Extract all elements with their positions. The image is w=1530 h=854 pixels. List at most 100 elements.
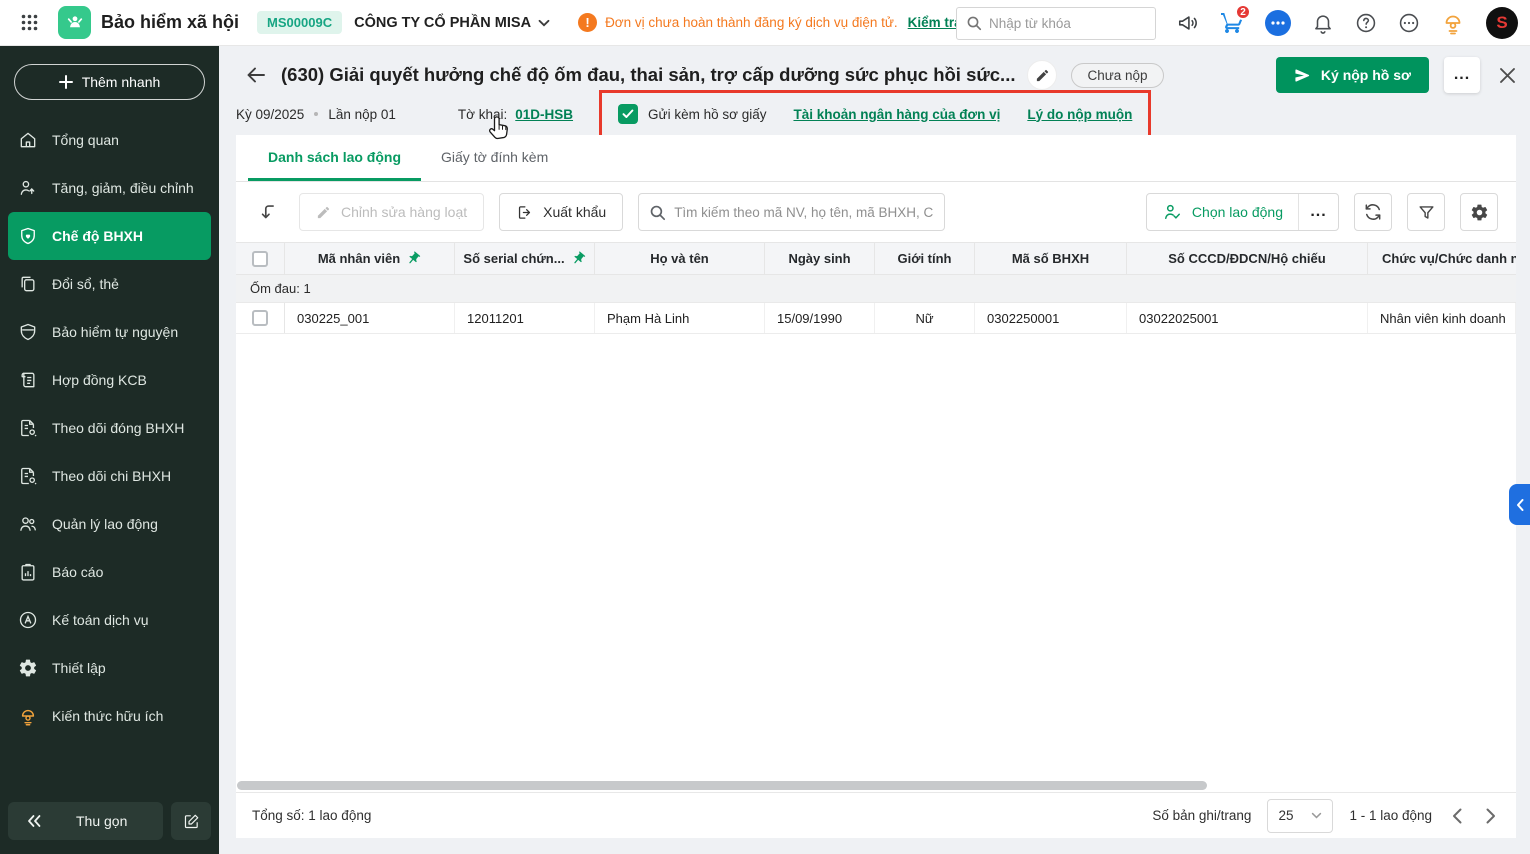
side-panel-toggle[interactable]: [1509, 484, 1530, 525]
choose-employee-more-button[interactable]: ...: [1298, 194, 1338, 230]
sidebar-item-tang-giam[interactable]: Tăng, giảm, điều chỉnh: [8, 164, 211, 212]
user-avatar[interactable]: S: [1486, 7, 1518, 39]
sidebar-item-label: Chế độ BHXH: [52, 228, 143, 244]
column-header[interactable]: Mã nhân viên: [285, 243, 455, 274]
prev-page-button[interactable]: [1448, 804, 1466, 828]
more-options-icon[interactable]: [1398, 12, 1420, 34]
sidebar-item-tong-quan[interactable]: Tổng quan: [8, 116, 211, 164]
tab-danh-sach-lao-dong[interactable]: Danh sách lao động: [248, 135, 422, 181]
paper-plane-icon: [1295, 68, 1310, 82]
sidebar-item-bao-hiem-tu-nguyen[interactable]: Bảo hiểm tự nguyện: [8, 308, 211, 356]
collapse-label: Thu gọn: [76, 813, 128, 829]
company-name: CÔNG TY CỔ PHẦN MISA: [354, 14, 532, 31]
quick-add-button[interactable]: Thêm nhanh: [14, 64, 205, 100]
sidebar-item-bao-cao[interactable]: Báo cáo: [8, 548, 211, 596]
sidebar-item-doi-so-the[interactable]: Đổi sổ, thẻ: [8, 260, 211, 308]
cell-bhxh-code: 0302250001: [975, 303, 1127, 333]
sidebar-item-che-do-bhxh[interactable]: Chế độ BHXH: [8, 212, 211, 260]
table-settings-button[interactable]: [1460, 193, 1498, 231]
next-page-button[interactable]: [1482, 804, 1500, 828]
tab-bar: Danh sách lao động Giấy tờ đính kèm: [236, 135, 1516, 182]
table-search[interactable]: [638, 193, 946, 231]
sidebar-item-label: Kiến thức hữu ích: [52, 708, 164, 724]
cell-full-name: Phạm Hà Linh: [595, 303, 765, 333]
bank-account-link[interactable]: Tài khoản ngân hàng của đơn vị: [793, 107, 1000, 122]
sidebar-item-kien-thuc-huu-ich[interactable]: Kiến thức hữu ích: [8, 692, 211, 740]
warning-text: Đơn vị chưa hoàn thành đăng ký dịch vụ đ…: [605, 15, 898, 30]
filter-button[interactable]: [1407, 193, 1445, 231]
cart-icon[interactable]: 2: [1220, 4, 1251, 35]
per-page-select[interactable]: 25: [1267, 798, 1334, 833]
checkbox-checked[interactable]: [618, 104, 639, 124]
tips-lamp-icon[interactable]: [1441, 11, 1465, 35]
global-search-input[interactable]: [989, 15, 1139, 31]
sidebar-item-hop-dong-kcb[interactable]: Hợp đồng KCB: [8, 356, 211, 404]
sign-submit-button[interactable]: Ký nộp hồ sơ: [1275, 57, 1429, 93]
gear-icon: [19, 659, 37, 677]
sidebar-item-theo-doi-dong-bhxh[interactable]: Theo dõi đóng BHXH: [8, 404, 211, 452]
shield-heart-icon: [21, 227, 35, 245]
app-grid-icon[interactable]: [16, 10, 42, 36]
column-label: Mã số BHXH: [1011, 251, 1090, 266]
sidebar-item-label: Bảo hiểm tự nguyện: [52, 324, 179, 340]
declaration-link[interactable]: 01D-HSB: [515, 107, 573, 122]
back-button[interactable]: [246, 66, 266, 84]
import-arrow-icon[interactable]: [254, 197, 284, 227]
column-label: Giới tính: [897, 251, 952, 266]
column-label: Ngày sinh: [788, 251, 851, 266]
help-icon[interactable]: [1355, 12, 1377, 34]
column-header[interactable]: Số serial chứn...: [455, 243, 595, 274]
sidebar-bottom: Thu gọn: [8, 802, 211, 840]
main-area: (630) Giải quyết hưởng chế độ ốm đau, th…: [219, 46, 1530, 854]
tab-giay-to-dinh-kem[interactable]: Giấy tờ đính kèm: [421, 135, 568, 181]
scrollbar-thumb[interactable]: [237, 781, 1207, 790]
content-card: Danh sách lao động Giấy tờ đính kèm Chỉn…: [236, 135, 1516, 838]
header-more-button[interactable]: ...: [1444, 57, 1480, 93]
cart-badge: 2: [1235, 4, 1251, 20]
cell-gender: Nữ: [875, 303, 975, 333]
column-header[interactable]: Số CCCD/ĐDCN/Hộ chiếu: [1127, 243, 1368, 274]
table-row[interactable]: 030225_001 12011201 Phạm Hà Linh 15/09/1…: [236, 303, 1516, 334]
row-checkbox[interactable]: [252, 310, 268, 326]
column-header[interactable]: Giới tính: [875, 243, 975, 274]
attach-paper-label: Gửi kèm hồ sơ giấy: [648, 106, 767, 122]
contract-icon: [21, 372, 35, 388]
export-icon: [519, 205, 531, 219]
sidebar-item-ke-toan-dich-vu[interactable]: Kế toán dịch vụ: [8, 596, 211, 644]
refresh-button[interactable]: [1354, 193, 1392, 231]
export-button[interactable]: Xuất khẩu: [499, 193, 624, 231]
collapse-sidebar-button[interactable]: Thu gọn: [8, 802, 163, 840]
gear-icon: [1471, 204, 1487, 220]
notification-bell-icon[interactable]: [1312, 12, 1334, 34]
person-adjust-icon: [20, 180, 35, 195]
sidebar-item-thiet-lap[interactable]: Thiết lập: [8, 644, 211, 692]
pencil-icon: [1036, 69, 1049, 81]
total-label: Tổng số: 1 lao động: [252, 808, 372, 823]
table-search-input[interactable]: [674, 204, 935, 220]
bulk-edit-button[interactable]: Chỉnh sửa hàng loạt: [299, 193, 485, 231]
column-header[interactable]: Chức vụ/Chức danh n...: [1368, 243, 1516, 274]
global-search[interactable]: [956, 6, 1156, 40]
people-icon: [20, 517, 36, 531]
sidebar-item-label: Theo dõi đóng BHXH: [52, 420, 185, 436]
page-header-row: (630) Giải quyết hưởng chế độ ốm đau, th…: [219, 56, 1516, 94]
chat-icon[interactable]: [1265, 10, 1291, 36]
select-all-checkbox[interactable]: [252, 250, 268, 267]
edit-menu-button[interactable]: [171, 802, 211, 840]
late-reason-link[interactable]: Lý do nộp muộn: [1027, 107, 1132, 122]
sidebar-item-theo-doi-chi-bhxh[interactable]: Theo dõi chi BHXH: [8, 452, 211, 500]
column-header[interactable]: Ngày sinh: [765, 243, 875, 274]
column-header[interactable]: Họ và tên: [595, 243, 765, 274]
check-icon: [622, 109, 634, 118]
column-header[interactable]: Mã số BHXH: [975, 243, 1127, 274]
edit-title-button[interactable]: [1027, 60, 1058, 90]
company-selector[interactable]: CÔNG TY CỔ PHẦN MISA: [354, 15, 550, 31]
sign-submit-label: Ký nộp hồ sơ: [1320, 67, 1411, 83]
announcement-icon[interactable]: [1177, 12, 1199, 34]
sidebar-item-quan-ly-lao-dong[interactable]: Quản lý lao động: [8, 500, 211, 548]
accounting-icon: [19, 611, 37, 629]
choose-employee-button[interactable]: Chọn lao động: [1147, 194, 1298, 230]
close-button[interactable]: [1499, 67, 1516, 84]
attach-paper-option[interactable]: Gửi kèm hồ sơ giấy: [618, 104, 766, 124]
column-label: Họ và tên: [650, 251, 709, 266]
